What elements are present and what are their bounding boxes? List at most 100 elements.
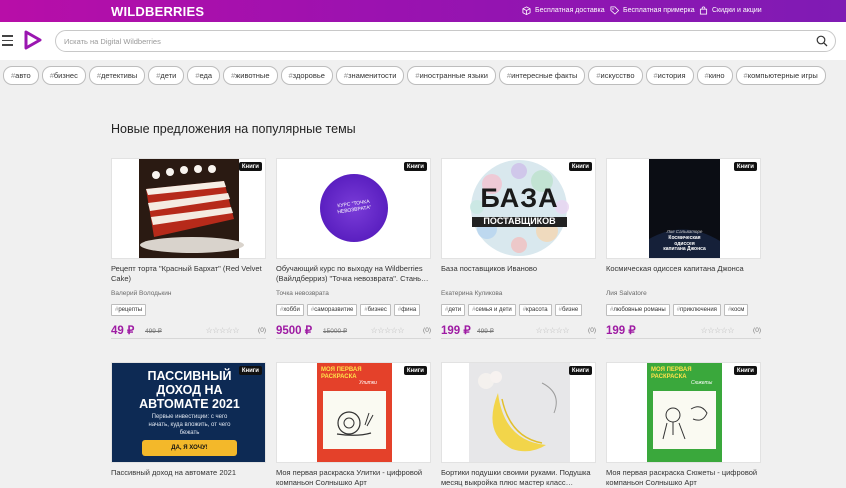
tag-celebrities[interactable]: #знаменитости — [335, 66, 405, 85]
cover-subtitle: Сюжеты — [691, 380, 713, 386]
tag-interesting-facts[interactable]: #интересные факты — [498, 66, 586, 85]
rating-count: (0) — [588, 327, 596, 334]
bag-icon — [699, 6, 708, 15]
cover-title: МОЯ ПЕРВАЯ РАСКРАСКА — [321, 367, 362, 380]
tag-food[interactable]: #еда — [187, 66, 221, 85]
card-tag[interactable]: #бизне — [554, 304, 583, 316]
category-badge: Книги — [403, 366, 427, 375]
tag-icon — [610, 6, 619, 15]
supplier-base-image[interactable]: БАЗА ПОСТАВЩИКОВ Книги — [441, 158, 596, 259]
product-card[interactable]: ПАССИВНЫЙ ДОХОД НА АВТОМАТЕ 2021 Первые … — [111, 362, 266, 488]
price-bar: 49 ₽ 499 ₽ ☆☆☆☆☆ (0) — [111, 323, 266, 339]
free-fitting-link[interactable]: Бесплатная примерка — [610, 6, 695, 15]
price-bar: 199 ₽ 499 ₽ ☆☆☆☆☆ (0) — [441, 323, 596, 339]
purple-circle-course-image[interactable]: КУРС "ТОЧКА НЕВОЗВРАТА" Книги — [276, 158, 431, 259]
search-input[interactable] — [64, 35, 784, 48]
card-tags: #рецепты — [111, 304, 266, 316]
menu-icon[interactable] — [2, 35, 13, 46]
category-badge: Книги — [403, 162, 427, 171]
cover-title: Космическая одиссея капитана Джонса — [663, 235, 706, 252]
card-tag[interactable]: #любовные романы — [606, 304, 670, 316]
section-title: Новые предложения на популярные темы — [111, 122, 356, 136]
tag-kids[interactable]: #дети — [148, 66, 185, 85]
product-card[interactable]: КУРС "ТОЧКА НЕВОЗВРАТА" Книги Обучающий … — [276, 158, 431, 339]
tag-art[interactable]: #искусство — [588, 66, 643, 85]
card-title[interactable]: Моя первая раскраска Улитки - цифровой к… — [276, 468, 431, 488]
card-tag[interactable]: #косм — [723, 304, 749, 316]
product-card[interactable]: Лия Сальваторе Космическая одиссея капит… — [606, 158, 761, 339]
card-tag[interactable]: #семья и дети — [468, 304, 516, 316]
discounts-link[interactable]: Скидки и акции — [699, 6, 762, 15]
card-tags: #хобби #саморазвитие #бизнес #фина — [276, 304, 431, 316]
tag-foreign-languages[interactable]: #иностранные языки — [407, 66, 496, 85]
top-bar: WILDBERRIES Бесплатная доставка Бесплатн… — [0, 0, 846, 22]
free-delivery-label: Бесплатная доставка — [535, 7, 605, 14]
product-card[interactable]: Книги Рецепт торта "Красный Бархат" (Red… — [111, 158, 266, 339]
price: 199 ₽ — [441, 325, 471, 337]
space-odyssey-cover-image[interactable]: Лия Сальваторе Космическая одиссея капит… — [606, 158, 761, 259]
cover-subtitle: Улитки — [359, 380, 377, 386]
rating-count: (0) — [258, 327, 266, 334]
price-bar: 9500 ₽ 15000 ₽ ☆☆☆☆☆ (0) — [276, 323, 431, 339]
red-velvet-cake-image[interactable]: Книги — [111, 158, 266, 259]
price-bar: 199 ₽ ☆☆☆☆☆ (0) — [606, 323, 761, 339]
snail-coloring-image[interactable]: МОЯ ПЕРВАЯ РАСКРАСКА Улитки Книги — [276, 362, 431, 463]
passive-income-image[interactable]: ПАССИВНЫЙ ДОХОД НА АВТОМАТЕ 2021 Первые … — [111, 362, 266, 463]
tag-auto[interactable]: #авто — [3, 66, 39, 85]
card-tag[interactable]: #приключения — [672, 304, 721, 316]
tag-movies[interactable]: #кино — [696, 66, 733, 85]
card-tags: #дети #семья и дети #красота #бизне — [441, 304, 596, 316]
cover-title: МОЯ ПЕРВАЯ РАСКРАСКА — [651, 367, 692, 380]
story-coloring-image[interactable]: МОЯ ПЕРВАЯ РАСКРАСКА Сюжеты Книги — [606, 362, 761, 463]
card-title[interactable]: Рецепт торта "Красный Бархат" (Red Velve… — [111, 264, 266, 284]
wildberries-logo[interactable]: WILDBERRIES — [111, 4, 204, 19]
tag-animals[interactable]: #животные — [223, 66, 278, 85]
cover-subtitle: Первые инвестиции: с чего начать, куда в… — [148, 414, 231, 436]
card-tag[interactable]: #саморазвитие — [306, 304, 358, 316]
card-tag[interactable]: #рецепты — [111, 304, 147, 316]
card-author[interactable]: Екатерина Куликова — [441, 290, 596, 299]
card-tag[interactable]: #фина — [393, 304, 421, 316]
card-title[interactable]: Космическая одиссея капитана Джонса — [606, 264, 761, 284]
moon-pillow-image[interactable]: Книги — [441, 362, 596, 463]
category-badge: Книги — [238, 162, 262, 171]
card-tag[interactable]: #дети — [441, 304, 466, 316]
card-tag[interactable]: #хобби — [276, 304, 304, 316]
cover-author: Лия Сальваторе — [666, 229, 703, 234]
card-author[interactable]: Валерий Володькин — [111, 290, 266, 299]
card-title[interactable]: Бортики подушки своими руками. Подушка м… — [441, 468, 596, 488]
card-tag[interactable]: #бизнес — [360, 304, 391, 316]
card-tag[interactable]: #красота — [518, 304, 552, 316]
header — [0, 22, 846, 60]
digital-logo-icon[interactable] — [24, 30, 42, 50]
price: 199 ₽ — [606, 325, 636, 337]
search-icon[interactable] — [816, 35, 828, 47]
product-card[interactable]: БАЗА ПОСТАВЩИКОВ Книги База поставщиков … — [441, 158, 596, 339]
tag-detectives[interactable]: #детективы — [88, 66, 146, 85]
card-title[interactable]: Пассивный доход на автомате 2021 — [111, 468, 266, 488]
old-price: 499 ₽ — [145, 328, 162, 335]
tag-health[interactable]: #здоровье — [280, 66, 333, 85]
rating-stars-icon: ☆☆☆☆☆ — [535, 326, 570, 335]
tag-business[interactable]: #бизнес — [41, 66, 86, 85]
product-card[interactable]: Книги Бортики подушки своими руками. Под… — [441, 362, 596, 488]
card-author[interactable]: Точка невозврата — [276, 290, 431, 299]
product-card[interactable]: МОЯ ПЕРВАЯ РАСКРАСКА Сюжеты Книги Моя пе… — [606, 362, 761, 488]
product-card[interactable]: МОЯ ПЕРВАЯ РАСКРАСКА Улитки Книги Моя пе… — [276, 362, 431, 488]
card-author[interactable]: Лия Salvatore — [606, 290, 761, 299]
card-title[interactable]: Моя первая раскраска Сюжеты - цифровой к… — [606, 468, 761, 488]
rating-count: (0) — [423, 327, 431, 334]
category-badge: Книги — [568, 162, 592, 171]
card-tags: #любовные романы #приключения #косм — [606, 304, 761, 316]
tag-computer-games[interactable]: #компьютерные игры — [735, 66, 826, 85]
card-title[interactable]: База поставщиков Иваново — [441, 264, 596, 284]
card-title[interactable]: Обучающий курс по выходу на Wildberries … — [276, 264, 431, 284]
search-bar — [55, 30, 836, 52]
tag-history[interactable]: #история — [645, 66, 694, 85]
discounts-label: Скидки и акции — [712, 7, 762, 14]
category-badge: Книги — [568, 366, 592, 375]
free-delivery-link[interactable]: Бесплатная доставка — [522, 6, 605, 15]
cover-title: БАЗА — [480, 183, 559, 213]
box-icon — [522, 6, 531, 15]
old-price: 499 ₽ — [477, 328, 494, 335]
